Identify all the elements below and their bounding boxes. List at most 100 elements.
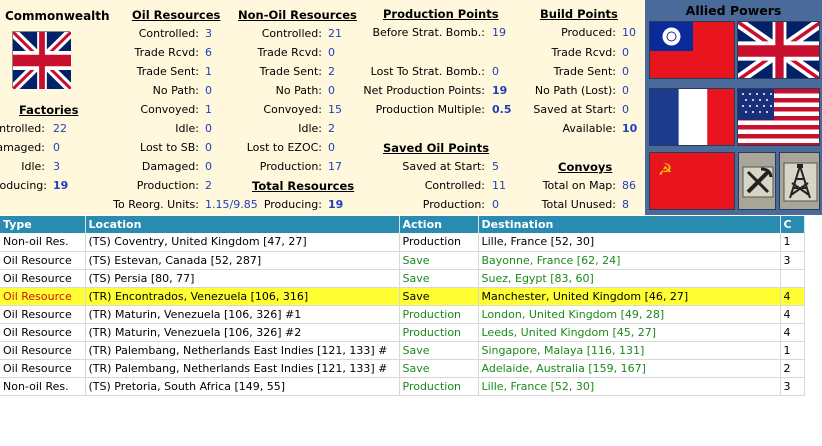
factory-tools-icon[interactable] <box>738 152 776 210</box>
table-row[interactable]: Oil Resource (TR) Palembang, Netherlands… <box>0 359 805 378</box>
cell-c <box>780 269 805 288</box>
nonoil-lost-to-ezoc-label: Lost to EZOC: <box>246 141 322 154</box>
convoys-total-on-map-value: 86 <box>622 179 636 192</box>
lost-to-strat-bomb-value: 0 <box>492 65 499 78</box>
cell-c: 1 <box>780 341 805 360</box>
build-available-label: Available: <box>562 122 617 135</box>
build-saved-start-label: Saved at Start: <box>533 103 616 116</box>
production-points-heading: Production Points <box>383 7 499 21</box>
total-producing-value: 19 <box>328 198 344 211</box>
saved-oil-points-heading: Saved Oil Points <box>383 141 490 155</box>
reorg-units-value: 1.15/9.85 <box>205 198 258 211</box>
build-trade-rcvd-value: 0 <box>622 46 629 59</box>
nonoil-lost-to-ezoc-value: 0 <box>328 141 335 154</box>
cell-action[interactable]: Production <box>399 323 479 342</box>
nonoil-controlled-value: 21 <box>328 27 342 40</box>
nonoil-idle-value: 2 <box>328 122 335 135</box>
cell-type: Oil Resource <box>0 341 86 360</box>
cell-destination[interactable]: Adelaide, Australia [159, 167] <box>478 359 781 378</box>
table-row[interactable]: Oil Resource (TS) Estevan, Canada [52, 2… <box>0 251 805 270</box>
convoys-total-on-map-label: Total on Map: <box>542 179 616 192</box>
oil-no-path-value: 0 <box>205 84 212 97</box>
net-production-points-value: 19 <box>492 84 508 97</box>
cell-destination[interactable]: Leeds, United Kingdom [45, 27] <box>478 323 781 342</box>
cell-type: Oil Resource <box>0 323 86 342</box>
column-header-type[interactable]: Type <box>0 216 86 233</box>
cell-destination[interactable]: London, United Kingdom [49, 28] <box>478 305 781 324</box>
cell-action[interactable]: Production <box>399 377 479 396</box>
factories-producing-label: Producing: <box>0 179 47 192</box>
build-saved-start-value: 0 <box>622 103 629 116</box>
non-oil-resources-heading: Non-Oil Resources <box>238 8 357 22</box>
cell-destination[interactable]: Lille, France [52, 30] <box>478 233 781 252</box>
table-header-row: Type Location Action Destination C <box>0 216 805 233</box>
build-trade-rcvd-label: Trade Rcvd: <box>551 46 616 59</box>
table-row-selected[interactable]: Oil Resource (TR) Encontrados, Venezuela… <box>0 287 805 306</box>
oil-trade-sent-value: 1 <box>205 65 212 78</box>
cell-action[interactable]: Save <box>399 287 479 306</box>
cell-destination[interactable]: Suez, Egypt [83, 60] <box>478 269 781 288</box>
lost-to-strat-bomb-label: Lost To Strat. Bomb.: <box>370 65 485 78</box>
table-row[interactable]: Oil Resource (TS) Persia [80, 77] Save S… <box>0 269 805 288</box>
cell-action[interactable]: Production <box>399 233 479 252</box>
cell-type: Oil Resource <box>0 359 86 378</box>
nonoil-production-label: Production: <box>259 160 322 173</box>
cell-type: Non-oil Res. <box>0 233 86 252</box>
column-header-c[interactable]: C <box>780 216 805 233</box>
table-row[interactable]: Oil Resource (TR) Palembang, Netherlands… <box>0 341 805 360</box>
oil-resources-heading: Oil Resources <box>132 8 221 22</box>
column-header-destination[interactable]: Destination <box>478 216 781 233</box>
cell-location: (TR) Maturin, Venezuela [106, 326] #2 <box>85 323 400 342</box>
nation-name: Commonwealth <box>5 9 110 23</box>
cell-action[interactable]: Save <box>399 269 479 288</box>
saved-oil-controlled-value: 11 <box>492 179 506 192</box>
production-summary-panel: Commonwealth Factories Controlled: 22 Da… <box>0 0 645 215</box>
cell-action[interactable]: Production <box>399 305 479 324</box>
build-trade-sent-label: Trade Sent: <box>553 65 616 78</box>
build-no-path-label: No Path (Lost): <box>534 84 616 97</box>
cell-action[interactable]: Save <box>399 359 479 378</box>
cell-c: 4 <box>780 287 805 306</box>
cell-type: Non-oil Res. <box>0 377 86 396</box>
convoys-total-unused-label: Total Unused: <box>541 198 616 211</box>
cell-destination[interactable]: Manchester, United Kingdom [46, 27] <box>478 287 781 306</box>
resource-routes-table[interactable]: Type Location Action Destination C Non-o… <box>0 216 805 396</box>
cell-location: (TR) Palembang, Netherlands East Indies … <box>85 359 400 378</box>
factories-damaged-label: Damaged: <box>0 141 45 154</box>
cell-destination[interactable]: Lille, France [52, 30] <box>478 377 781 396</box>
flag-united-states[interactable] <box>737 88 820 146</box>
build-trade-sent-value: 0 <box>622 65 629 78</box>
oil-controlled-label: Controlled: <box>138 27 199 40</box>
oil-idle-value: 0 <box>205 122 212 135</box>
cell-type: Oil Resource <box>0 305 86 324</box>
cell-action[interactable]: Save <box>399 341 479 360</box>
net-production-points-label: Net Production Points: <box>363 84 485 97</box>
nonoil-trade-rcvd-label: Trade Rcvd: <box>257 46 322 59</box>
column-header-location[interactable]: Location <box>85 216 400 233</box>
cell-destination[interactable]: Singapore, Malaya [116, 131] <box>478 341 781 360</box>
flag-france[interactable] <box>649 88 735 146</box>
flag-soviet-union[interactable]: ☭ <box>649 152 735 210</box>
cell-location: (TS) Persia [80, 77] <box>85 269 400 288</box>
table-row[interactable]: Non-oil Res. (TS) Coventry, United Kingd… <box>0 233 805 252</box>
flag-china[interactable] <box>649 21 735 79</box>
table-row[interactable]: Oil Resource (TR) Maturin, Venezuela [10… <box>0 305 805 324</box>
factories-producing-value: 19 <box>53 179 69 192</box>
table-row[interactable]: Oil Resource (TR) Maturin, Venezuela [10… <box>0 323 805 342</box>
oil-convoyed-value: 1 <box>205 103 212 116</box>
oil-derrick-icon[interactable] <box>779 152 820 210</box>
saved-oil-production-value: 0 <box>492 198 499 211</box>
cell-destination[interactable]: Bayonne, France [62, 24] <box>478 251 781 270</box>
nonoil-no-path-value: 0 <box>328 84 335 97</box>
cell-c: 1 <box>780 233 805 252</box>
cell-action[interactable]: Save <box>399 251 479 270</box>
total-resources-heading: Total Resources <box>252 179 355 193</box>
table-row[interactable]: Non-oil Res. (TS) Pretoria, South Africa… <box>0 377 805 396</box>
flag-united-kingdom[interactable] <box>737 21 820 79</box>
oil-production-label: Production: <box>136 179 199 192</box>
cell-location: (TS) Estevan, Canada [52, 287] <box>85 251 400 270</box>
cell-type: Oil Resource <box>0 251 86 270</box>
column-header-action[interactable]: Action <box>399 216 479 233</box>
build-produced-label: Produced: <box>561 26 616 39</box>
allied-powers-title: Allied Powers <box>685 3 782 18</box>
